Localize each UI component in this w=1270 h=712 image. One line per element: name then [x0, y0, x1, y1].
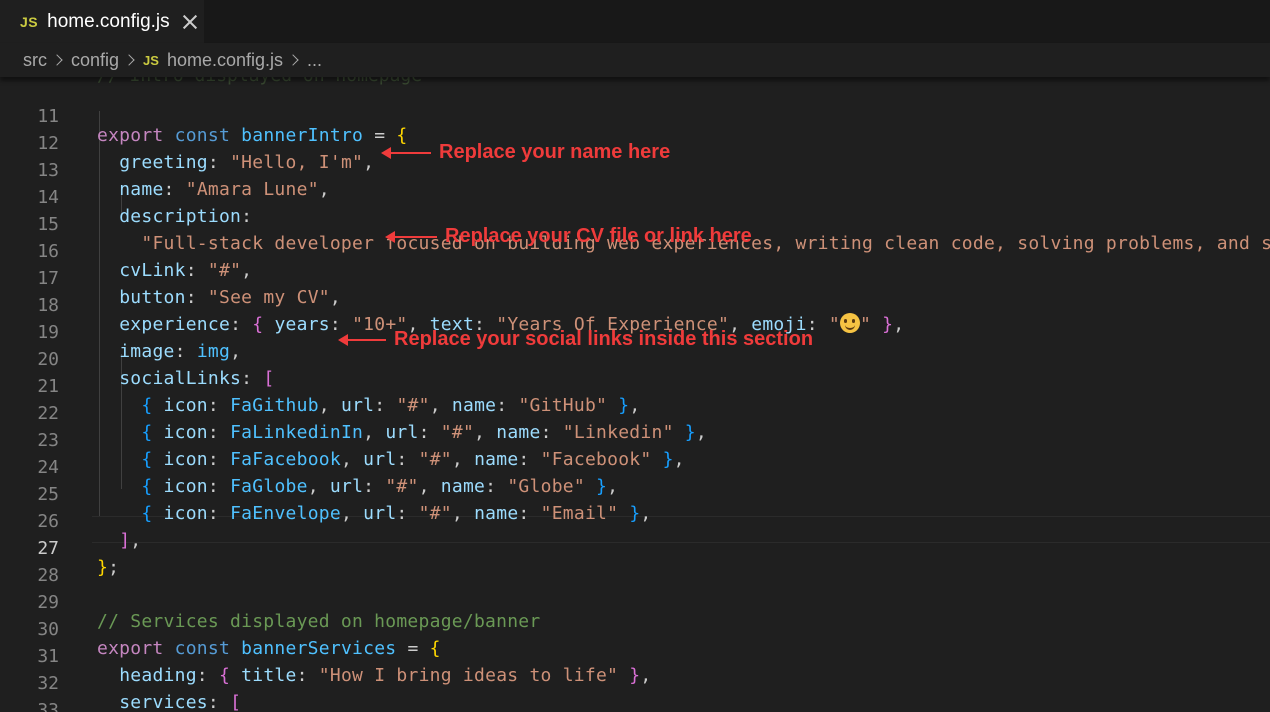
code-line: 23 { icon: FaFacebook, url: "#", name: "… [0, 408, 1270, 470]
code-line: 28 [0, 543, 1270, 586]
chevron-right-icon [287, 54, 299, 66]
code-line: 27 }; [0, 516, 1270, 578]
arrow-left-icon [385, 230, 437, 243]
breadcrumb-config[interactable]: config [71, 50, 119, 71]
javascript-file-icon: JS [143, 52, 159, 68]
annotation-cv: Replace your CV file or link here [385, 225, 752, 248]
javascript-file-icon: JS [20, 13, 39, 30]
breadcrumb-src[interactable]: src [23, 50, 47, 71]
arrow-left-icon [338, 333, 386, 346]
arrow-left-icon [381, 146, 431, 159]
code-line: 12 greeting: "Hello, I'm", [0, 111, 1270, 173]
tab-bar: JS home.config.js [0, 0, 1270, 43]
breadcrumb-symbols[interactable]: ... [307, 50, 322, 71]
code-line: 22 { icon: FaLinkedinIn, url: "#", name:… [0, 381, 1270, 443]
annotation-name: Replace your name here [381, 141, 670, 164]
code-line: 19 image: img, [0, 300, 1270, 362]
annotation-social: Replace your social links inside this se… [338, 328, 813, 351]
breadcrumb: src config JS home.config.js ... [0, 43, 1270, 77]
code-line: 32 services: [ [0, 651, 1270, 712]
code-line: 26 ], [0, 489, 1270, 551]
code-line: 24 { icon: FaGlobe, url: "#", name: "Glo… [0, 435, 1270, 497]
code-line: 25 { icon: FaEnvelope, url: "#", name: "… [0, 462, 1270, 524]
code-line: 17 button: "See my CV", [0, 246, 1270, 308]
code-editor[interactable]: // Intro displayed on homepage 11 export… [0, 77, 1270, 712]
code-line: 30 export const bannerServices = { [0, 597, 1270, 659]
code-line: 31 heading: { title: "How I bring ideas … [0, 624, 1270, 686]
chevron-right-icon [51, 54, 63, 66]
line-number: 33 [37, 700, 59, 712]
tab-home-config[interactable]: JS home.config.js [0, 0, 204, 43]
code-line: 29 // Services displayed on homepage/ban… [0, 570, 1270, 632]
code-line: 14 description: [0, 165, 1270, 227]
chevron-right-icon [123, 54, 135, 66]
code-line: 21 { icon: FaGithub, url: "#", name: "Gi… [0, 354, 1270, 416]
code-line: 15 "Full-stack developer focused on buil… [0, 192, 1270, 254]
close-icon[interactable] [182, 14, 198, 30]
code-line: 11 export const bannerIntro = { [0, 84, 1270, 146]
code-line: 33 { [0, 678, 1270, 712]
tab-label: home.config.js [47, 10, 170, 32]
breadcrumb-file[interactable]: home.config.js [167, 50, 283, 71]
code-line: 18 experience: { years: "10+", text: "Ye… [0, 273, 1270, 335]
